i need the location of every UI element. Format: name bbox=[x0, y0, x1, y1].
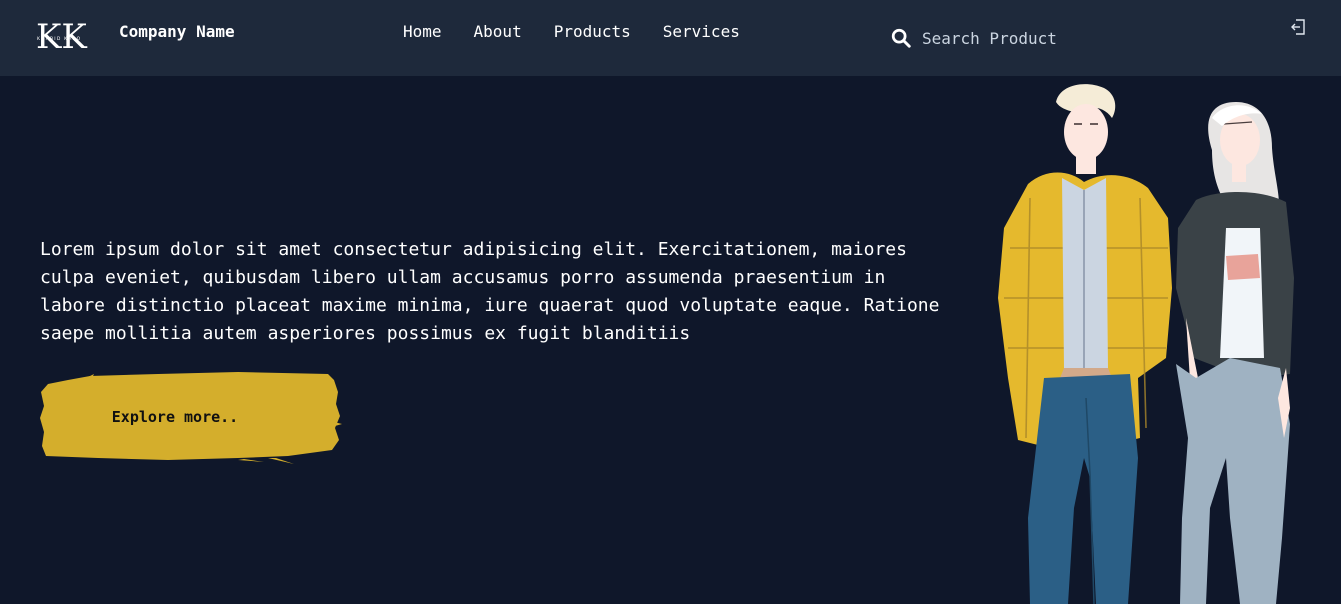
hero-paragraph: Lorem ipsum dolor sit amet consectetur a… bbox=[40, 239, 940, 344]
search-icon[interactable] bbox=[890, 27, 912, 49]
man-figure bbox=[998, 84, 1172, 604]
fashion-couple-illustration bbox=[998, 84, 1294, 604]
svg-text:KK: KK bbox=[36, 18, 87, 54]
navbar: KK KHABID KABO Company Name Home About P… bbox=[0, 0, 1341, 76]
woman-figure bbox=[1176, 102, 1294, 604]
nav-link-services[interactable]: Services bbox=[663, 22, 740, 41]
nav-link-products[interactable]: Products bbox=[554, 22, 631, 41]
main-nav: Home About Products Services bbox=[403, 22, 740, 41]
search-input[interactable] bbox=[922, 28, 1122, 48]
explore-more-label: Explore more.. bbox=[111, 408, 239, 426]
explore-more-button[interactable]: Explore more.. bbox=[38, 370, 342, 466]
svg-text:KHABID KABO: KHABID KABO bbox=[37, 36, 81, 42]
logout-icon[interactable] bbox=[1289, 18, 1307, 36]
company-name: Company Name bbox=[119, 22, 235, 41]
company-logo[interactable]: KK KHABID KABO bbox=[36, 17, 100, 57]
search-bar bbox=[890, 24, 1150, 52]
nav-link-about[interactable]: About bbox=[474, 22, 522, 41]
nav-link-home[interactable]: Home bbox=[403, 22, 442, 41]
